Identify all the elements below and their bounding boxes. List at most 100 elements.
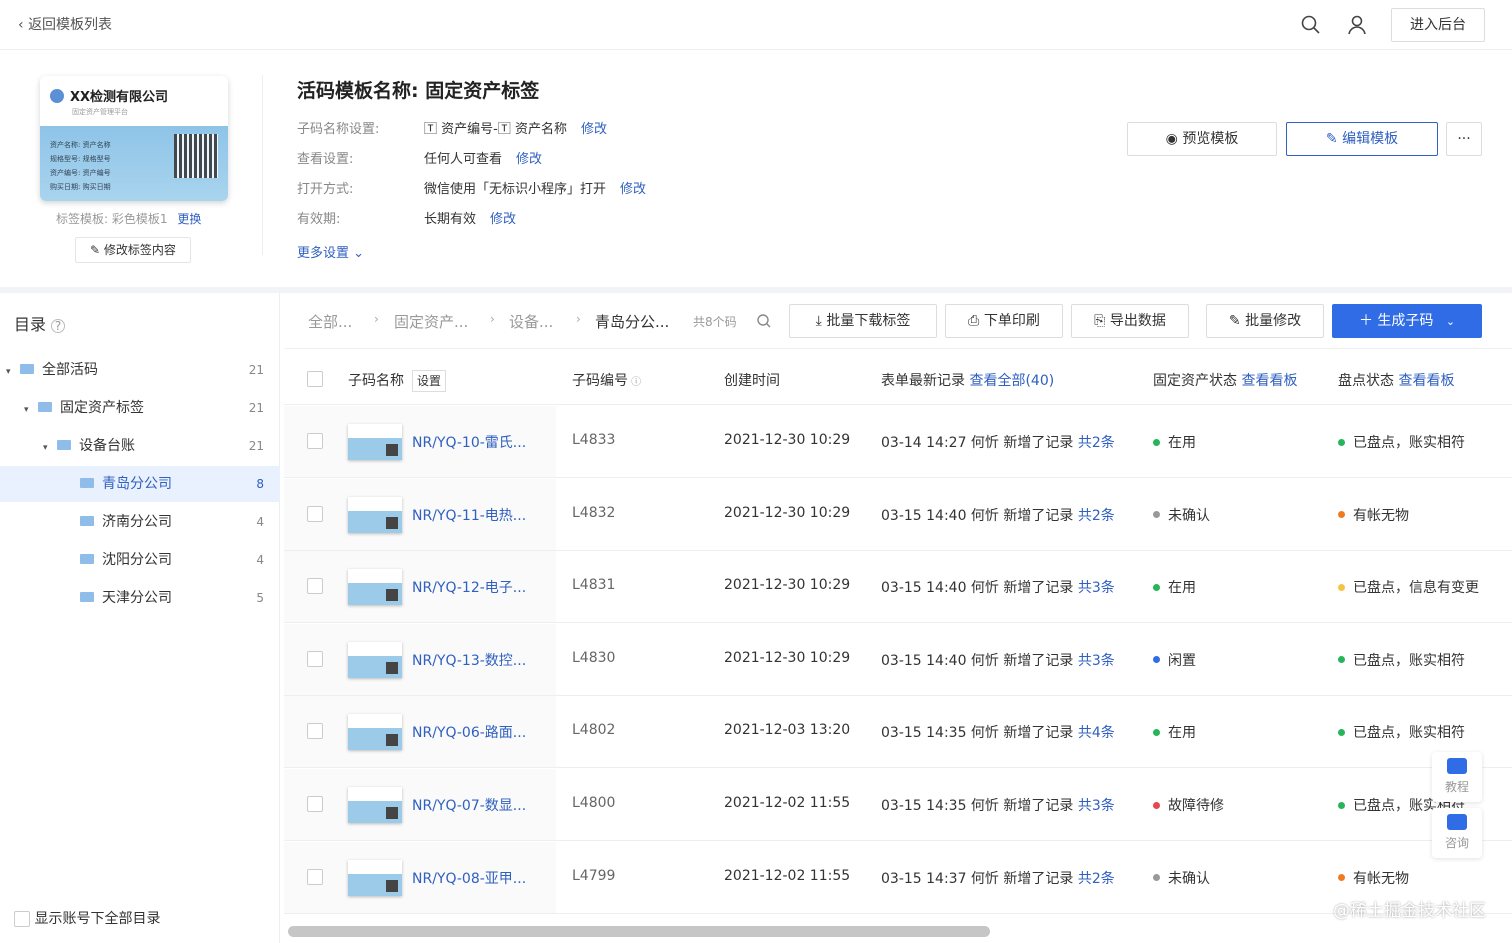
more-actions-button[interactable]: ···: [1446, 122, 1482, 156]
modify-link[interactable]: 修改: [490, 210, 516, 240]
watermark: @稀土掘金技术社区: [1333, 901, 1486, 921]
edit-label-text: 修改标签内容: [103, 243, 176, 257]
check-dashboard-link[interactable]: 查看看板: [1398, 373, 1454, 389]
subcode-name-link[interactable]: NR/YQ-06-路面...: [412, 722, 526, 742]
row-checkbox[interactable]: [307, 578, 323, 595]
label-thumbnail[interactable]: [348, 496, 402, 533]
batch-download-labels-button[interactable]: ⤓ 批量下载标签: [789, 304, 937, 338]
tree-item-fixed-asset[interactable]: ▾ 固定资产标签 21: [0, 390, 280, 426]
breadcrumb-item[interactable]: 固定资产...: [394, 311, 468, 332]
help-icon[interactable]: ⓘ: [628, 377, 641, 388]
help-icon[interactable]: ?: [51, 319, 66, 333]
asset-status-text: 在用: [1168, 725, 1196, 742]
record-count-link[interactable]: 共4条: [1078, 725, 1115, 741]
record-count-link[interactable]: 共3条: [1078, 580, 1115, 596]
table-row[interactable]: NR/YQ-11-电热... L4832 2021-12-30 10:29 03-15…: [284, 478, 1512, 551]
back-to-template-list-link[interactable]: ‹ 返回模板列表: [18, 14, 112, 34]
row-checkbox[interactable]: [307, 723, 323, 740]
tutorial-float-button[interactable]: 教程: [1432, 752, 1482, 802]
tree-item-qingdao[interactable]: 青岛分公司 8: [0, 466, 280, 502]
edit-template-button[interactable]: ✎ 编辑模板: [1286, 122, 1438, 156]
asset-dashboard-link[interactable]: 查看看板: [1241, 373, 1297, 389]
table-row[interactable]: NR/YQ-12-电子... L4831 2021-12-30 10:29 03-15…: [284, 551, 1512, 624]
preview-template-button[interactable]: ◉ 预览模板: [1127, 122, 1277, 156]
record-count-link[interactable]: 共2条: [1078, 435, 1115, 451]
user-icon[interactable]: [1346, 14, 1368, 36]
caret-down-icon[interactable]: ▾: [24, 392, 38, 428]
label-thumbnail[interactable]: [348, 569, 402, 606]
latest-record: 03-15 14:35 何忻 新增了记录 共3条: [881, 795, 1115, 815]
tree-item-shenyang[interactable]: 沈阳分公司 4: [0, 542, 280, 578]
label-thumbnail[interactable]: [348, 641, 402, 678]
record-count-link[interactable]: 共2条: [1078, 508, 1115, 524]
record-count-link[interactable]: 共3条: [1078, 798, 1115, 814]
record-count-link[interactable]: 共3条: [1078, 653, 1115, 669]
show-all-checkbox[interactable]: [14, 911, 30, 927]
table-row[interactable]: NR/YQ-10-雷氏... L4833 2021-12-30 10:29 03-14…: [284, 406, 1512, 478]
edit-label-content-button[interactable]: ✎ 修改标签内容: [75, 237, 191, 263]
generate-subcode-button[interactable]: ＋ 生成子码 ⌄: [1332, 304, 1482, 338]
label-thumbnail[interactable]: [348, 714, 402, 751]
setting-key: 查看设置:: [297, 152, 354, 167]
subcode-name-link[interactable]: NR/YQ-10-雷氏...: [412, 432, 526, 452]
subcode-name-link[interactable]: NR/YQ-13-数控...: [412, 650, 526, 670]
row-checkbox[interactable]: [307, 796, 323, 812]
modify-link[interactable]: 修改: [620, 180, 646, 210]
tree-count: 4: [256, 515, 264, 529]
record-count-link[interactable]: 共2条: [1078, 871, 1115, 887]
latest-record: 03-15 14:40 何忻 新增了记录 共2条: [881, 505, 1115, 525]
breadcrumb-item[interactable]: 设备...: [509, 311, 553, 332]
divider: [262, 75, 263, 255]
subcode-number: L4831: [572, 577, 616, 594]
table-row[interactable]: NR/YQ-07-数显... L4800 2021-12-02 11:55 03-15…: [284, 769, 1512, 841]
subcode-name-link[interactable]: NR/YQ-12-电子...: [412, 577, 526, 597]
select-all-checkbox[interactable]: [307, 371, 323, 387]
tree-item-all-codes[interactable]: ▾ 全部活码 21: [0, 352, 280, 388]
status-dot: [1338, 874, 1345, 882]
order-print-button[interactable]: ⎙ 下单印刷: [945, 304, 1063, 338]
subcode-name-link[interactable]: NR/YQ-07-数显...: [412, 795, 526, 815]
setting-row: 查看设置: 任何人可查看 修改: [297, 150, 646, 180]
table-row[interactable]: NR/YQ-06-路面... L4802 2021-12-03 13:20 03-15…: [284, 696, 1512, 769]
enter-backend-button[interactable]: 进入后台: [1391, 8, 1485, 42]
label-thumbnail[interactable]: [348, 859, 402, 896]
modify-link[interactable]: 修改: [516, 150, 542, 180]
show-all-directories[interactable]: 显示账号下全部目录: [14, 908, 160, 928]
setting-key: 打开方式:: [297, 182, 354, 197]
table-row[interactable]: NR/YQ-13-数控... L4830 2021-12-30 10:29 03-15…: [284, 623, 1512, 696]
table-row[interactable]: NR/YQ-08-亚甲... L4799 2021-12-02 11:55 03-15…: [284, 841, 1512, 914]
tree-count: 5: [256, 591, 264, 605]
chevron-down-icon[interactable]: ⌄: [1446, 315, 1455, 328]
qr-code-icon: [386, 661, 398, 674]
folder-icon: [80, 554, 94, 564]
horizontal-scrollbar[interactable]: [288, 926, 990, 937]
row-checkbox[interactable]: [307, 433, 323, 449]
row-checkbox[interactable]: [307, 505, 323, 522]
search-icon[interactable]: [1300, 14, 1322, 36]
printer-icon: ⎙: [968, 313, 980, 329]
tree-item-jinan[interactable]: 济南分公司 4: [0, 504, 280, 540]
more-settings-label: 更多设置: [297, 246, 350, 261]
tree-item-equipment-ledger[interactable]: ▾ 设备台账 21: [0, 428, 280, 464]
row-checkbox[interactable]: [307, 868, 323, 885]
modify-link[interactable]: 修改: [581, 120, 607, 150]
caret-down-icon[interactable]: ▾: [43, 430, 57, 466]
check-status-text: 已盘点，账实相符: [1353, 435, 1465, 451]
consult-float-button[interactable]: 咨询: [1432, 808, 1482, 858]
change-template-link[interactable]: 更换: [177, 212, 201, 226]
video-icon: [1447, 758, 1467, 774]
breadcrumb-item[interactable]: 全部...: [308, 311, 352, 332]
caret-down-icon[interactable]: ▾: [6, 354, 20, 390]
label-thumbnail[interactable]: [348, 787, 402, 823]
subcode-name-link[interactable]: NR/YQ-11-电热...: [412, 505, 526, 525]
export-data-button[interactable]: ⎘ 导出数据: [1071, 304, 1189, 338]
search-icon[interactable]: [756, 313, 772, 329]
row-checkbox[interactable]: [307, 650, 323, 667]
more-settings-link[interactable]: 更多设置 ⌄: [297, 242, 364, 261]
tree-item-tianjin[interactable]: 天津分公司 5: [0, 580, 280, 616]
column-settings-button[interactable]: 设置: [412, 370, 447, 392]
label-thumbnail[interactable]: [348, 424, 402, 460]
subcode-name-link[interactable]: NR/YQ-08-亚甲...: [412, 868, 526, 888]
view-all-records-link[interactable]: 查看全部(40): [969, 373, 1054, 389]
batch-edit-button[interactable]: ✎ 批量修改: [1206, 304, 1324, 338]
